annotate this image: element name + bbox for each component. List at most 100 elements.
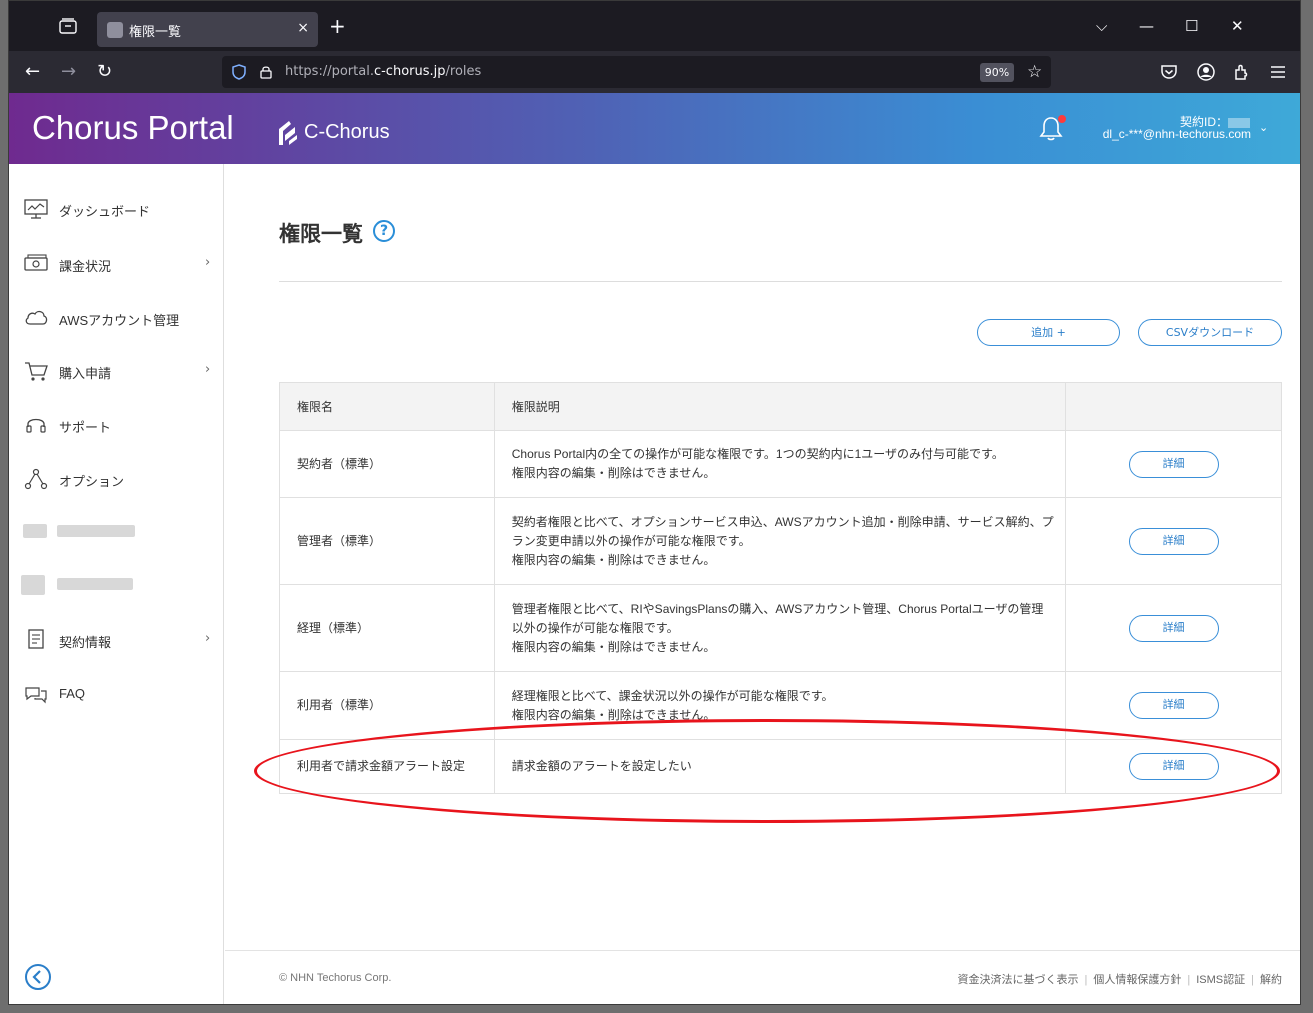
role-description: 契約者権限と比べて、オプションサービス申込、AWSアカウント追加・削除申請、サー…: [493, 497, 1067, 585]
option-icon: [24, 468, 48, 490]
add-role-button[interactable]: 追加 +: [977, 319, 1120, 346]
sidebar-item-label: 購入申請: [59, 366, 112, 381]
cloud-icon: [25, 310, 48, 325]
description-line: Chorus Portal内の全ての操作が可能な権限です。1つの契約内に1ユーザ…: [511, 447, 1004, 461]
tab-list-icon[interactable]: [59, 18, 77, 34]
page-title: 権限一覧: [279, 222, 363, 246]
separator: |: [1084, 974, 1088, 986]
sidebar-item-billing[interactable]: 課金状況 ›: [9, 246, 224, 282]
new-tab-button[interactable]: +: [329, 16, 346, 36]
zoom-indicator[interactable]: 90%: [980, 63, 1014, 82]
description-line: 以外の操作が可能な権限です。: [511, 620, 679, 635]
column-header-actions: [1065, 382, 1282, 431]
sidebar-item-purchase[interactable]: 購入申請 ›: [9, 353, 224, 389]
sidebar-item-option[interactable]: オプション: [9, 461, 224, 497]
bookmark-star-icon[interactable]: ☆: [1027, 62, 1042, 82]
sidebar-item-redacted-1[interactable]: [9, 514, 224, 550]
help-icon[interactable]: ?: [373, 220, 395, 242]
sidebar-item-label: 契約情報: [59, 635, 112, 650]
table-header-row: 権限名 権限説明: [279, 382, 1282, 431]
footer-link[interactable]: 解約: [1260, 974, 1282, 986]
tab-bar: 権限一覧 × + ⌵ — ☐ ✕: [9, 1, 1300, 51]
notification-badge: [1058, 115, 1066, 123]
minimize-button[interactable]: —: [1139, 17, 1154, 35]
brand-title[interactable]: Chorus Portal: [32, 109, 234, 147]
favicon-icon: [107, 22, 123, 38]
row-actions: 詳細: [1065, 430, 1282, 498]
table-row: 経理（標準） 管理者権限と比べて、RIやSavingsPlansの購入、AWSア…: [279, 584, 1282, 672]
row-actions: 詳細: [1065, 584, 1282, 672]
detail-button[interactable]: 詳細: [1128, 450, 1219, 478]
description-line: 権限内容の編集・削除はできません。: [511, 552, 716, 567]
table-row: 管理者（標準） 契約者権限と比べて、オプションサービス申込、AWSアカウント追加…: [279, 497, 1282, 585]
browser-window: 権限一覧 × + ⌵ — ☐ ✕ ← → ↻ https://portal.c-…: [8, 0, 1301, 1005]
description-line: 経理権限と比べて、課金状況以外の操作が可能な権限です。: [511, 688, 834, 703]
column-header-role-name: 権限名: [279, 382, 495, 431]
table-row: 契約者（標準） Chorus Portal内の全ての操作が可能な権限です。1つの…: [279, 430, 1282, 498]
menu-icon[interactable]: [1268, 62, 1288, 82]
sidebar-item-label: FAQ: [59, 686, 86, 701]
dashboard-icon: [24, 199, 48, 219]
tab-title: 権限一覧: [129, 25, 182, 40]
navigation-bar: ← → ↻ https://portal.c-chorus.jp/roles 9…: [9, 51, 1300, 93]
role-name: 経理（標準）: [279, 584, 495, 672]
column-header-role-description: 権限説明: [493, 382, 1067, 431]
role-description: 管理者権限と比べて、RIやSavingsPlansの購入、AWSアカウント管理、…: [493, 584, 1067, 672]
sidebar-item-redacted-2[interactable]: [9, 567, 224, 603]
footer-link[interactable]: 個人情報保護方針: [1093, 974, 1181, 986]
url-text[interactable]: https://portal.c-chorus.jp/roles: [285, 64, 481, 79]
footer-link[interactable]: ISMS認証: [1196, 974, 1245, 986]
redacted-icon: [21, 575, 45, 595]
tracking-shield-icon[interactable]: [232, 64, 246, 80]
redacted-icon: [23, 524, 47, 538]
footer-link[interactable]: 資金決済法に基づく表示: [958, 974, 1079, 986]
divider: [279, 281, 1282, 282]
headset-icon: [26, 418, 46, 433]
back-button[interactable]: ←: [25, 62, 40, 82]
role-name: 契約者（標準）: [279, 430, 495, 498]
detail-button[interactable]: 詳細: [1128, 692, 1219, 719]
sidebar-item-dashboard[interactable]: ダッシュボード: [9, 191, 224, 227]
reload-button[interactable]: ↻: [97, 62, 112, 82]
sidebar-item-contract[interactable]: 契約情報 ›: [9, 622, 224, 658]
maximize-button[interactable]: ☐: [1185, 17, 1198, 35]
tab-active[interactable]: 権限一覧 ×: [97, 12, 318, 47]
tab-close-icon[interactable]: ×: [297, 20, 309, 36]
tab-overflow-icon[interactable]: ⌵: [1096, 17, 1107, 35]
sidebar-item-label: オプション: [59, 474, 125, 489]
forward-button[interactable]: →: [61, 62, 76, 82]
detail-button[interactable]: 詳細: [1128, 614, 1219, 642]
description-line: 契約者権限と比べて、オプションサービス申込、AWSアカウント追加・削除申請、サー…: [511, 514, 1054, 529]
sidebar-item-support[interactable]: サポート: [9, 407, 224, 443]
row-actions: 詳細: [1065, 497, 1282, 585]
faq-icon: [25, 687, 47, 704]
url-host: c-chorus.jp: [373, 64, 446, 79]
sidebar-item-aws-accounts[interactable]: AWSアカウント管理: [9, 300, 224, 336]
pocket-icon[interactable]: [1159, 62, 1179, 82]
sidebar-item-label: AWSアカウント管理: [59, 313, 180, 328]
redacted-label: [57, 525, 135, 537]
redacted-label: [57, 578, 133, 590]
description-line: 権限内容の編集・削除はできません。: [511, 466, 716, 480]
footer-links: 資金決済法に基づく表示 | 個人情報保護方針 | ISMS認証 | 解約: [958, 971, 1282, 987]
detail-button[interactable]: 詳細: [1128, 527, 1219, 555]
description-line: 権限内容の編集・削除はできません。: [511, 639, 716, 654]
description-line: ラン変更申請以外の操作が可能な権限です。: [511, 533, 751, 548]
highlight-annotation: [254, 719, 1280, 823]
extensions-icon[interactable]: [1232, 62, 1252, 82]
lock-icon[interactable]: [260, 65, 272, 79]
user-email[interactable]: dl_c-***@nhn-techorus.com: [1103, 127, 1251, 141]
close-window-button[interactable]: ✕: [1231, 17, 1244, 35]
chevron-down-icon[interactable]: ⌄: [1259, 121, 1268, 134]
csv-download-button[interactable]: CSVダウンロード: [1138, 319, 1282, 346]
account-icon[interactable]: [1196, 62, 1216, 82]
contract-icon: [28, 629, 44, 649]
app-header: Chorus Portal C-Chorus 契約ID： dl_c-***@nh…: [9, 93, 1300, 164]
separator: |: [1251, 974, 1254, 986]
separator: |: [1187, 974, 1191, 986]
collapse-sidebar-icon[interactable]: [24, 963, 52, 991]
sidebar: ダッシュボード 課金状況 › AWSアカウント管理 購入申請 › サポート オプ…: [9, 164, 224, 1004]
address-bar[interactable]: https://portal.c-chorus.jp/roles 90% ☆: [222, 56, 1051, 88]
chevron-right-icon: ›: [205, 255, 211, 270]
sidebar-item-faq[interactable]: FAQ: [9, 676, 224, 712]
